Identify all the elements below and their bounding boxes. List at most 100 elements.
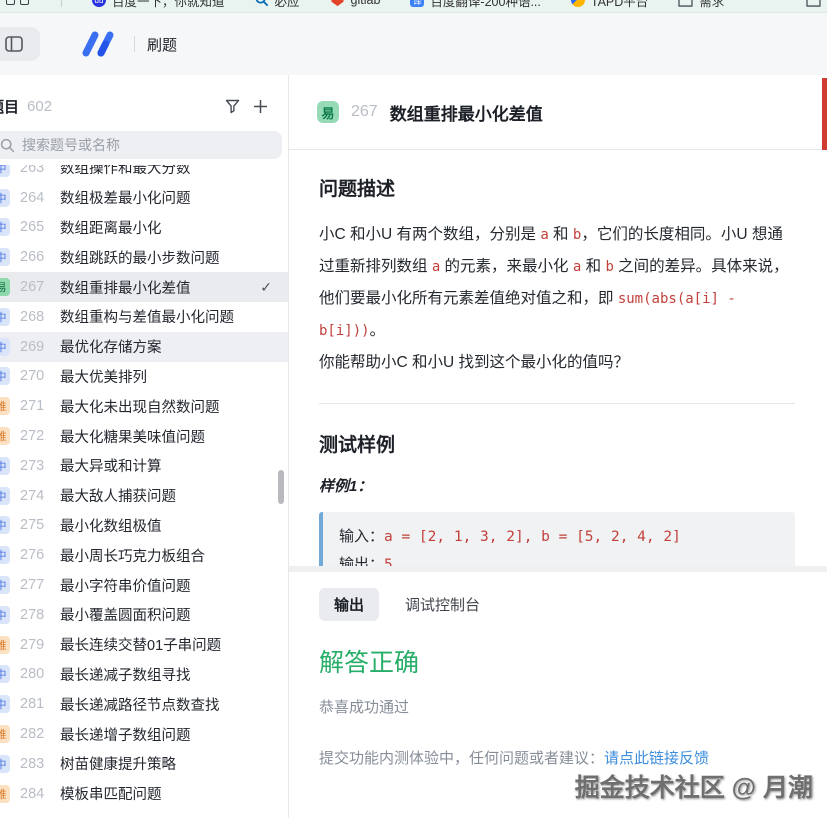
problem-list-item-269[interactable]: 中269最优化存储方案: [0, 332, 288, 362]
problem-list-item-267[interactable]: 易267数组重排最小化差值✓: [0, 272, 288, 302]
divider: [319, 403, 795, 404]
problem-title-bar: 易 267 数组重排最小化差值: [289, 75, 827, 150]
panel-title: 题目: [0, 96, 19, 117]
feedback-link[interactable]: 请点此链接反馈: [604, 750, 709, 767]
divider: [134, 36, 135, 52]
result-message: 恭喜成功通过: [319, 696, 797, 717]
watermark: 掘金技术社区 @ 月潮: [575, 768, 813, 804]
problem-sidebar: 题目 602 搜索题号或名称 中263数组操作和最大分数中264数组极差最小化问…: [0, 75, 289, 818]
example-output-line: 输出：5: [339, 551, 779, 566]
example-code-block: 输入：a = [2, 1, 3, 2], b = [5, 2, 4, 2] 输出…: [319, 512, 795, 566]
problem-list-item-279[interactable]: 难279最长连续交替01子串问题: [0, 630, 288, 660]
problem-list-item-283[interactable]: 中283树苗健康提升策略: [0, 749, 288, 779]
add-problem-button[interactable]: [246, 92, 274, 120]
main-area: 易 267 数组重排最小化差值 问题描述 小C 和小U 有两个数组，分别是 a …: [289, 75, 827, 818]
difficulty-badge: 易: [0, 278, 10, 296]
problem-list-item-265[interactable]: 中265数组距离最小化: [0, 213, 288, 243]
square-icon: [20, 0, 29, 5]
app-logo-icon[interactable]: [78, 31, 120, 57]
problem-number: 283: [20, 756, 56, 772]
scrollbar-thumb[interactable]: [278, 470, 284, 504]
tab-output[interactable]: 输出: [319, 588, 379, 621]
bookmark-label: gitlab: [351, 0, 381, 7]
difficulty-badge: 中: [0, 338, 10, 356]
filter-button[interactable]: [218, 92, 246, 120]
problem-list-item-272[interactable]: 难272最大化糖果美味值问题: [0, 421, 288, 451]
baidu-icon: du: [92, 0, 106, 7]
problem-number: 275: [20, 517, 56, 533]
bookmark-item[interactable]: 需求: [678, 0, 724, 10]
description-text: 和: [581, 258, 605, 275]
difficulty-badge: 易: [317, 101, 339, 123]
bookmark-item[interactable]: TAPD平台: [571, 0, 648, 10]
problem-number: 270: [20, 368, 56, 384]
tab-debug-console[interactable]: 调试控制台: [405, 594, 480, 615]
bookmark-item[interactable]: du 百度一下，你就知道: [92, 0, 225, 10]
problem-list-item-276[interactable]: 中276最小周长巧克力板组合: [0, 540, 288, 570]
description-text: 和: [549, 226, 573, 243]
search-placeholder: 搜索题号或名称: [22, 135, 120, 155]
problem-list-item-266[interactable]: 中266数组跳跃的最小步数问题: [0, 242, 288, 272]
problem-title: 数组距离最小化: [60, 217, 278, 238]
difficulty-badge: 中: [0, 516, 10, 534]
tapd-icon: [571, 0, 585, 7]
description-text: 你能帮助小C 和小U 找到这个最小化的值吗？: [319, 354, 629, 371]
bookmark-item[interactable]: 必应: [255, 0, 300, 10]
search-input[interactable]: 搜索题号或名称: [0, 131, 282, 159]
problem-number: 271: [20, 398, 56, 414]
problem-description-panel: 问题描述 小C 和小U 有两个数组，分别是 a 和 b，它们的长度相同。小U 想…: [289, 150, 827, 566]
problem-title: 最大化糖果美味值问题: [60, 426, 278, 447]
problem-list-item-268[interactable]: 中268数组重构与差值最小化问题: [0, 302, 288, 332]
problem-title: 最长递减子数组寻找: [60, 664, 278, 685]
problem-number: 284: [20, 786, 56, 802]
problem-list-item-273[interactable]: 中273最大异或和计算: [0, 451, 288, 481]
difficulty-badge: 中: [0, 665, 10, 683]
problem-list-item-274[interactable]: 中274最大敌人捕获问题: [0, 481, 288, 511]
difficulty-badge: 中: [0, 755, 10, 773]
folder-icon: [678, 0, 693, 7]
problem-list-item-271[interactable]: 难271最大化未出现自然数问题: [0, 391, 288, 421]
problem-title: 最长连续交替01子串问题: [60, 634, 278, 655]
description-body: 小C 和小U 有两个数组，分别是 a 和 b，它们的长度相同。小U 想通过重新排…: [319, 219, 795, 379]
bookmark-label: 必应: [275, 0, 300, 10]
description-text: 。: [370, 322, 386, 339]
bookmark-item[interactable]: [806, 0, 821, 7]
problem-title: 最长递增子数组问题: [60, 724, 278, 745]
problem-list: 中263数组操作和最大分数中264数组极差最小化问题中265数组距离最小化中26…: [0, 165, 288, 818]
description-text: 小C 和小U 有两个数组，分别是: [319, 226, 540, 243]
check-icon: ✓: [260, 279, 272, 296]
sidebar-toggle-button[interactable]: [0, 27, 40, 61]
problem-title: 数组重排最小化差值: [390, 100, 543, 125]
square-icon: [6, 0, 15, 5]
problem-list-item-264[interactable]: 中264数组极差最小化问题: [0, 183, 288, 213]
window-controls[interactable]: [6, 0, 29, 5]
problem-number: 266: [20, 249, 56, 265]
problem-list-item-270[interactable]: 中270最大优美排列: [0, 362, 288, 392]
bookmark-label: 百度一下，你就知道: [112, 0, 225, 10]
difficulty-badge: 中: [0, 695, 10, 713]
difficulty-badge: 中: [0, 189, 10, 207]
problem-list-item-281[interactable]: 中281最长递减路径节点数查找: [0, 689, 288, 719]
problem-number: 277: [20, 577, 56, 593]
problem-list-item-275[interactable]: 中275最小化数组极值: [0, 511, 288, 541]
bing-search-icon: [255, 0, 269, 7]
problem-title: 最大敌人捕获问题: [60, 485, 278, 506]
input-value: a = [2, 1, 3, 2], b = [5, 2, 4, 2]: [384, 529, 681, 545]
problem-number: 282: [20, 726, 56, 742]
inline-code: b: [605, 259, 613, 275]
folder-icon: [806, 0, 821, 7]
problem-list-item-277[interactable]: 中 277最小字符串价值问题: [0, 570, 288, 600]
bookmark-item[interactable]: 译百度翻译-200种语...: [410, 0, 540, 10]
problem-number: 269: [20, 339, 56, 355]
bookmark-item[interactable]: gitlab: [330, 0, 381, 7]
problem-list-item-263[interactable]: 中263数组操作和最大分数: [0, 165, 288, 183]
problem-title: 最大异或和计算: [60, 455, 278, 476]
problem-title: 最小字符串价值问题: [60, 575, 278, 596]
problem-list-item-280[interactable]: 中280最长递减子数组寻找: [0, 660, 288, 690]
difficulty-badge: 中: [0, 576, 10, 594]
problem-list-item-282[interactable]: 难282最长递增子数组问题: [0, 719, 288, 749]
difficulty-badge: 中: [0, 487, 10, 505]
problem-list-item-284[interactable]: 难284模板串匹配问题: [0, 779, 288, 809]
problem-number: 267: [351, 103, 378, 121]
problem-list-item-278[interactable]: 中278最小覆盖圆面积问题: [0, 600, 288, 630]
